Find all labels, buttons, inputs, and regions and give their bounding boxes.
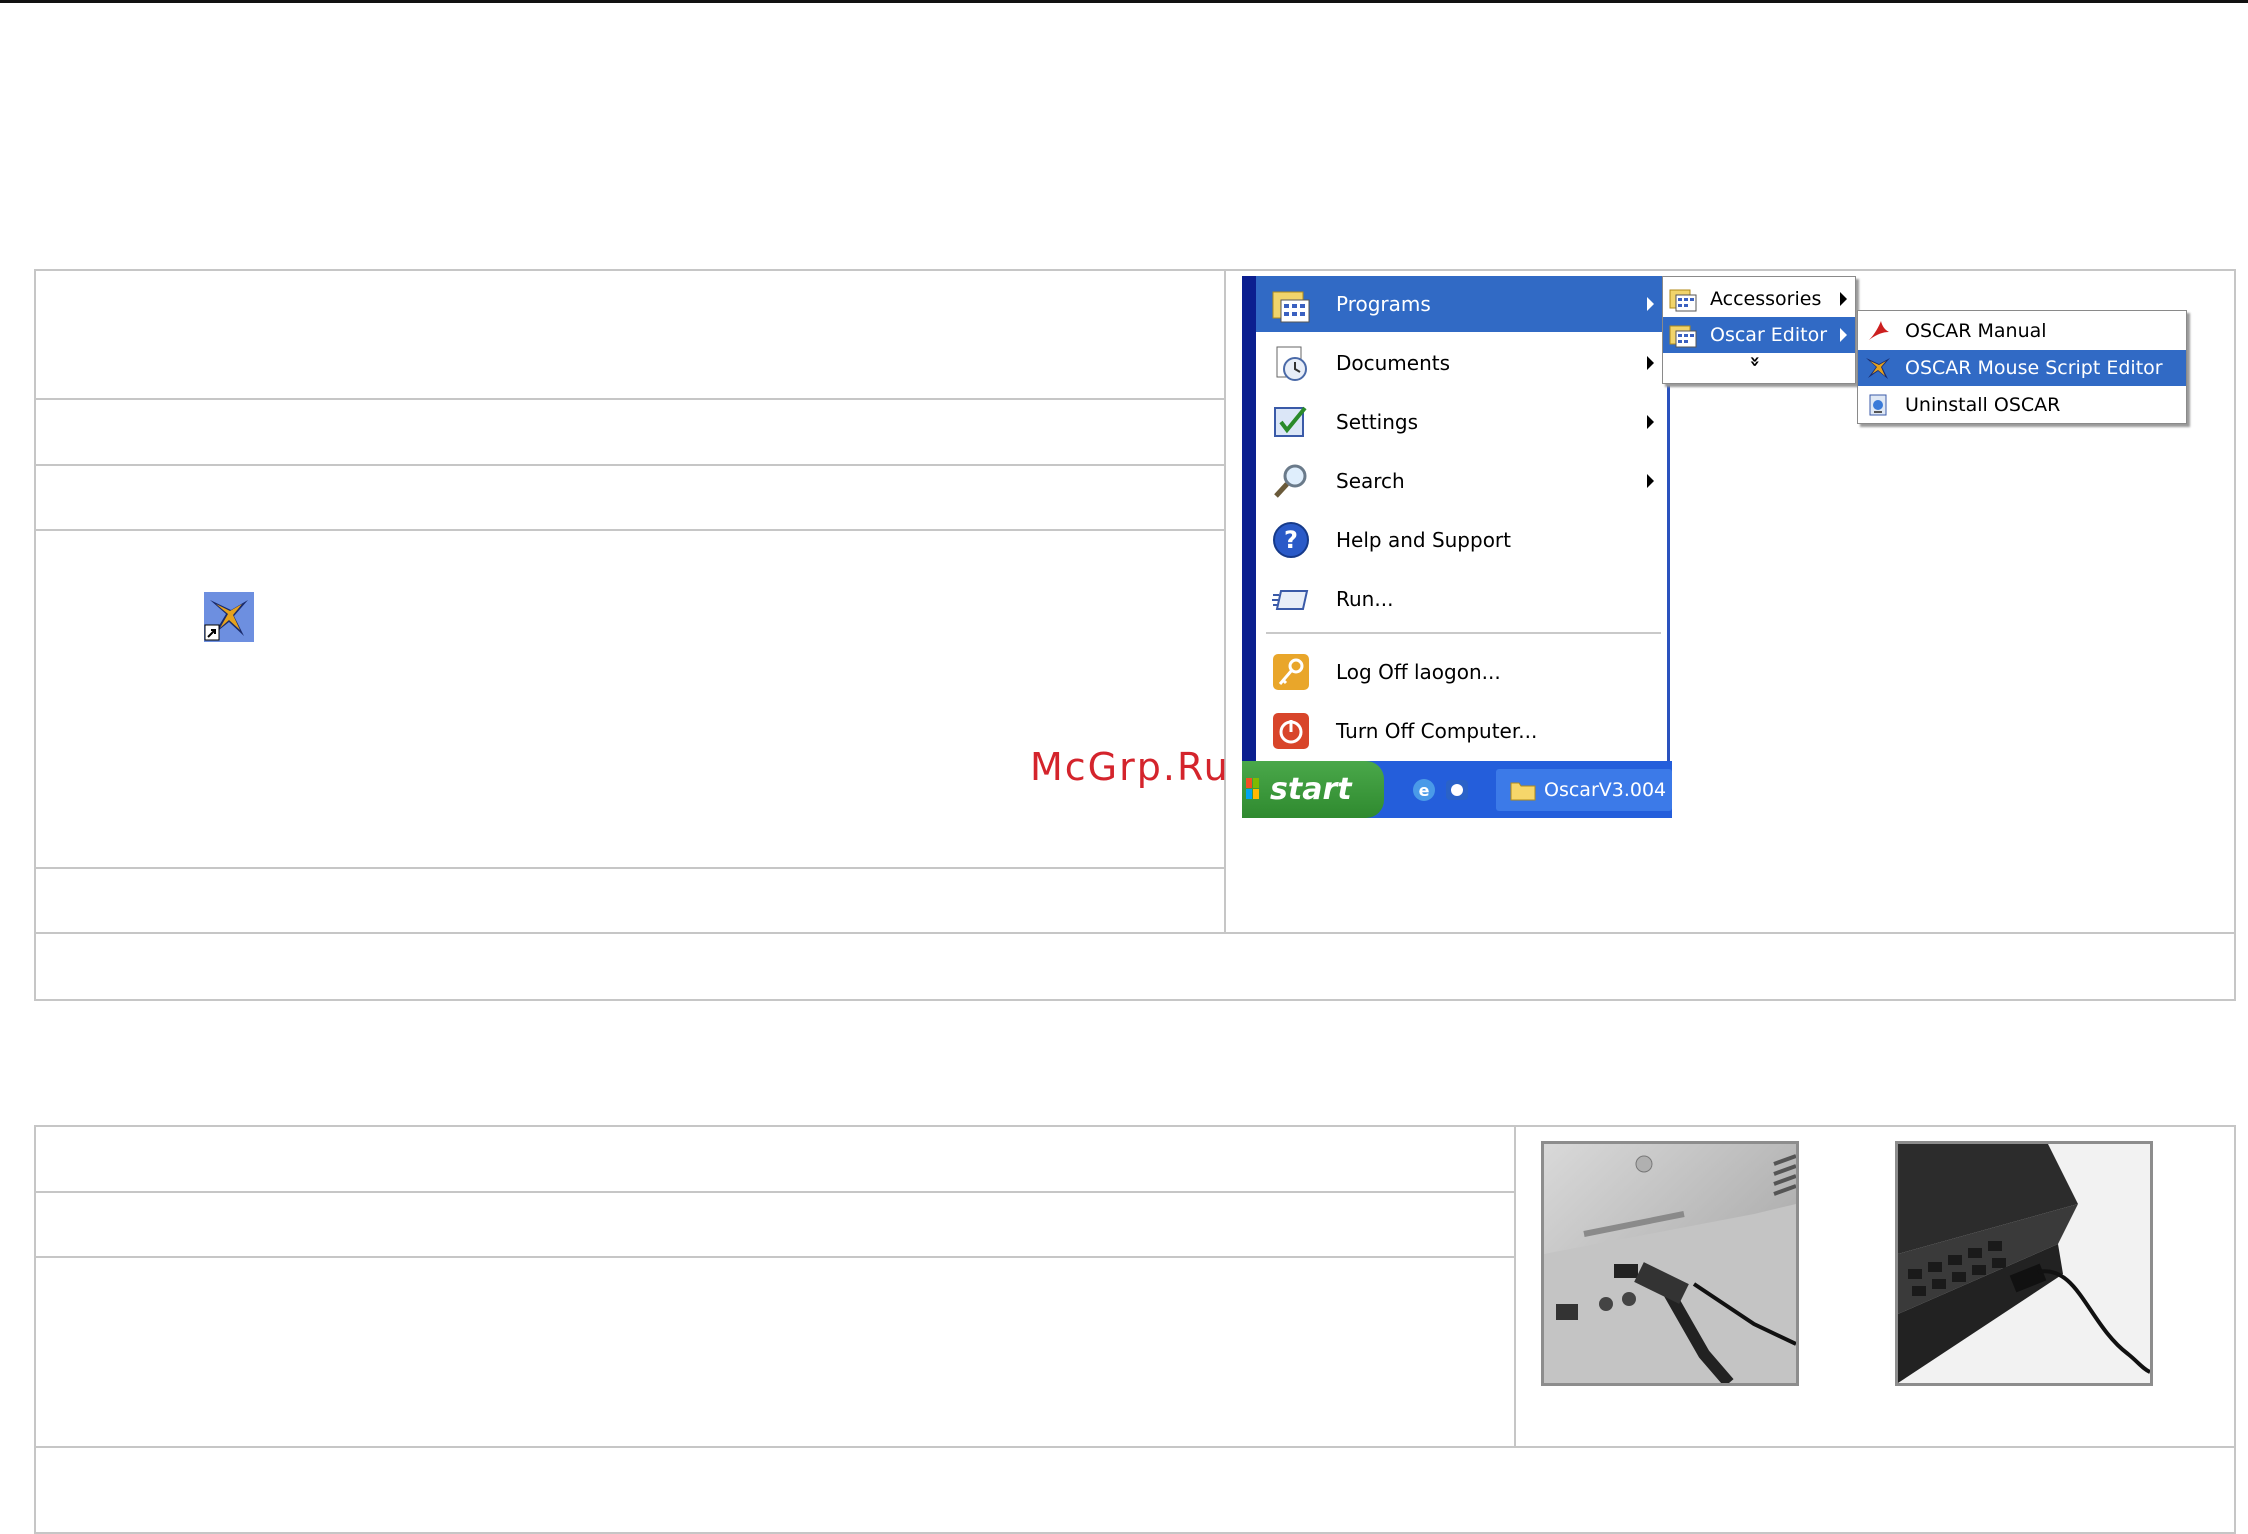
menu-label: Programs [1336,292,1431,316]
column-divider [1224,271,1226,932]
watermark: McGrp.Ru [1030,745,1230,789]
quick-launch: e [1410,775,1480,805]
row-divider [36,1446,2234,1448]
oscar-editor-icon [1863,354,1893,382]
start-menu-side-bar [1242,276,1256,761]
menu-item-settings[interactable]: Settings [1256,394,1666,450]
submenu-arrow-icon [1647,297,1654,311]
submenu-label: OSCAR Manual [1905,320,2047,342]
row-divider [36,1256,1514,1258]
menu-label: Turn Off Computer... [1336,719,1538,743]
submenu-arrow-icon [1647,474,1654,488]
menu-item-log-off[interactable]: Log Off laogon... [1256,644,1666,700]
submenu-arrow-icon [1840,292,1847,306]
menu-item-run[interactable]: Run... [1256,571,1666,627]
row-divider [36,529,1224,531]
taskbar-button-oscar[interactable]: OscarV3.004 [1496,769,1672,811]
menu-separator [1266,632,1661,634]
run-icon [1268,576,1314,622]
taskbar-button-label: OscarV3.004 [1544,779,1667,801]
svg-text:?: ? [1284,526,1298,554]
row-divider [36,464,1224,466]
taskbar: start e OscarV3.004 [1242,761,1672,818]
menu-label: Log Off laogon... [1336,660,1501,684]
laptop-usb-photo [1895,1141,2153,1386]
menu-item-search[interactable]: Search [1256,453,1666,509]
submenu-item-oscar-mouse-script-editor[interactable]: OSCAR Mouse Script Editor [1858,350,2186,386]
menu-item-documents[interactable]: Documents [1256,335,1666,391]
menu-item-help[interactable]: ? Help and Support [1256,512,1666,568]
desktop-usb-photo [1541,1141,1799,1386]
top-rule [0,0,2248,3]
submenu-item-oscar-editor[interactable]: Oscar Editor [1663,317,1855,353]
program-group-icon [1668,285,1698,313]
oscar-submenu: OSCAR Manual OSCAR Mouse Script Editor U… [1857,310,2187,424]
oscar-shortcut-icon[interactable] [204,592,254,642]
start-menu-panel: Programs Documents Settings Search ? Hel… [1256,276,1670,761]
program-group-icon [1668,321,1698,349]
pdf-manual-icon [1863,317,1893,345]
submenu-label: Uninstall OSCAR [1905,394,2061,416]
help-icon: ? [1268,517,1314,563]
submenu-label: OSCAR Mouse Script Editor [1905,357,2163,379]
row-divider [36,1191,1514,1193]
internet-explorer-icon[interactable]: e [1413,779,1435,801]
menu-label: Search [1336,469,1405,493]
menu-item-programs[interactable]: Programs [1256,276,1666,332]
row-divider [36,867,1224,869]
windows-flag-icon [1246,778,1259,799]
submenu-label: Oscar Editor [1710,324,1828,346]
expand-chevron-icon[interactable]: » [1744,356,1765,368]
row-divider [36,932,2234,934]
settings-icon [1268,399,1314,445]
menu-label: Settings [1336,410,1419,434]
outlook-express-icon[interactable] [1446,780,1468,800]
submenu-arrow-icon [1840,328,1847,342]
row-divider [36,398,1224,400]
column-divider [1514,1127,1516,1447]
submenu-arrow-icon [1647,356,1654,370]
start-button[interactable]: start [1242,761,1384,818]
menu-label: Run... [1336,587,1394,611]
submenu-item-oscar-manual[interactable]: OSCAR Manual [1858,313,2186,349]
programs-icon [1268,281,1314,327]
power-icon [1268,708,1314,754]
key-icon [1268,649,1314,695]
folder-icon [1510,782,1536,801]
submenu-item-uninstall-oscar[interactable]: Uninstall OSCAR [1858,387,2186,423]
start-menu-screenshot: Programs Documents Settings Search ? Hel… [1242,276,2190,818]
start-label: start [1270,772,1352,807]
submenu-item-accessories[interactable]: Accessories [1663,281,1855,317]
submenu-arrow-icon [1647,415,1654,429]
documents-icon [1268,340,1314,386]
search-icon [1268,458,1314,504]
programs-submenu: Accessories Oscar Editor » [1662,276,1856,384]
uninstall-icon [1863,391,1893,419]
menu-label: Help and Support [1336,528,1511,552]
svg-text:e: e [1419,781,1430,800]
menu-label: Documents [1336,351,1451,375]
menu-item-turn-off[interactable]: Turn Off Computer... [1256,703,1666,759]
submenu-label: Accessories [1710,288,1822,310]
